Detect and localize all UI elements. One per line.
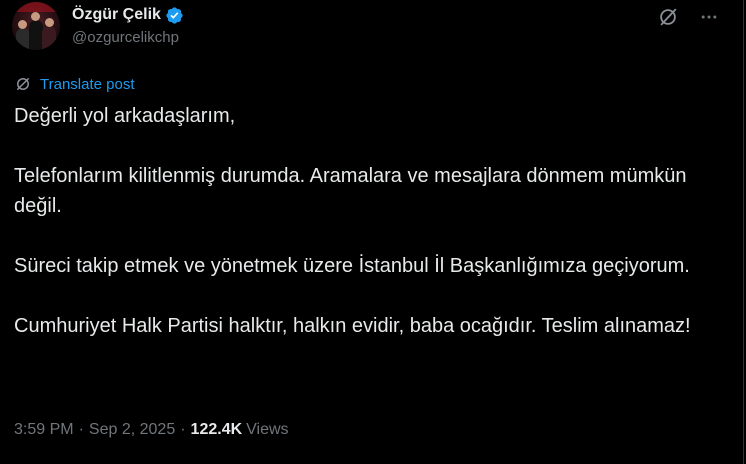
meta-separator: · [180,421,186,438]
verified-badge-icon[interactable] [165,6,184,25]
tweet-header: Özgür Çelik @ozgurcelikchp [12,2,731,50]
tweet: Özgür Çelik @ozgurcelikchp Translate pos… [0,0,744,464]
more-options-icon[interactable] [699,7,719,27]
tweet-time[interactable]: 3:59 PM [14,421,74,439]
author-display-name[interactable]: Özgür Çelik [72,6,161,24]
tweet-paragraph: Telefonlarım kilitlenmiş durumda. Aramal… [14,165,687,217]
grok-translate-icon [14,75,32,93]
views-label: Views [246,421,289,438]
tweet-paragraph: Süreci takip etmek ve yönetmek üzere İst… [14,255,690,277]
tweet-text: Değerli yol arkadaşlarım, Telefonlarım k… [14,101,694,341]
avatar[interactable] [12,2,60,50]
author-block: Özgür Çelik @ozgurcelikchp [72,4,184,46]
translate-post-link[interactable]: Translate post [14,74,135,94]
meta-separator: · [78,421,84,438]
tweet-actions [657,6,719,28]
translate-post-label[interactable]: Translate post [40,76,135,93]
views-count: 122.4K [190,421,243,438]
tweet-paragraph: Değerli yol arkadaşlarım, [14,105,236,127]
author-handle[interactable]: @ozgurcelikchp [72,29,184,46]
tweet-date[interactable]: Sep 2, 2025 [89,421,175,439]
tweet-paragraph: Cumhuriyet Halk Partisi halktır, halkın … [14,315,691,337]
grok-icon[interactable] [657,6,679,28]
tweet-meta: 3:59 PM · Sep 2, 2025 · 122.4K Views [14,421,289,439]
